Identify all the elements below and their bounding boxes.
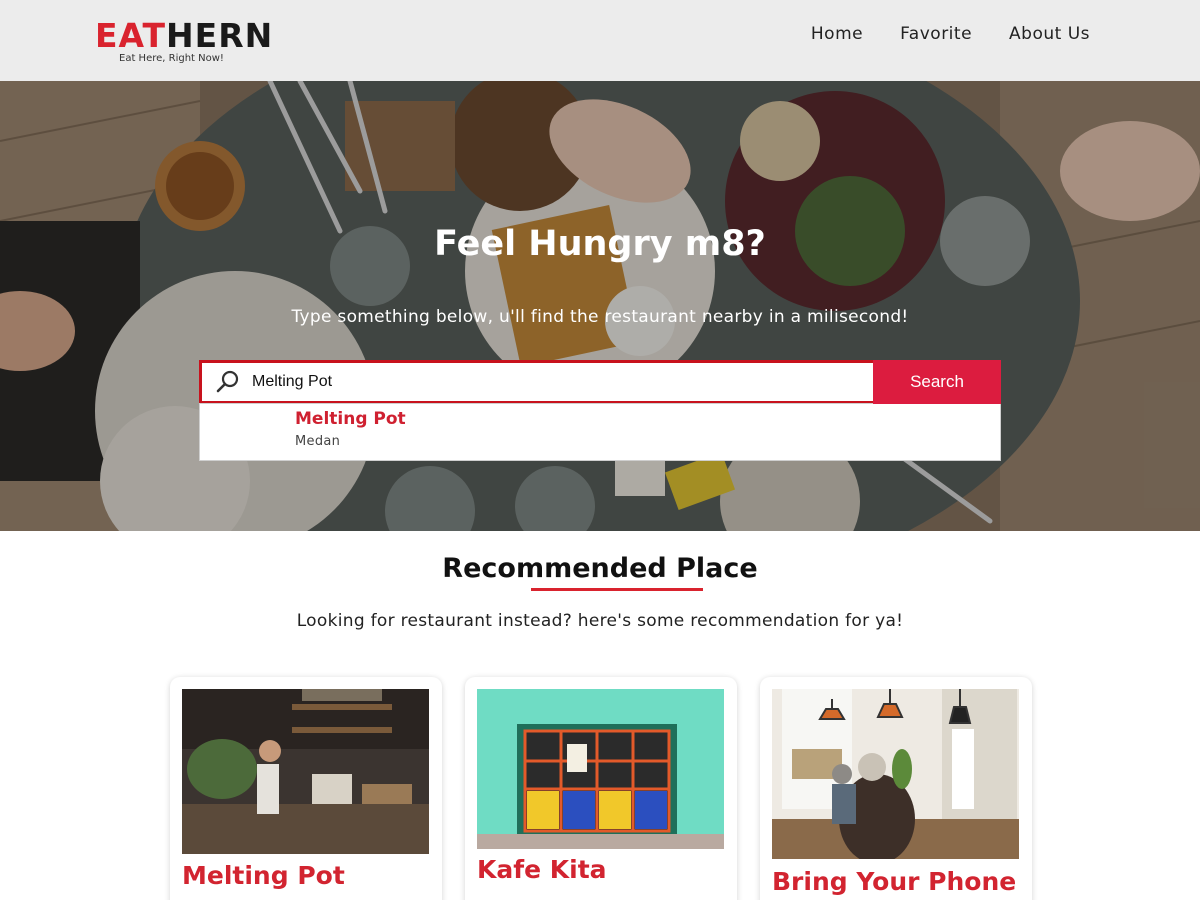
search-input[interactable] xyxy=(252,373,812,391)
restaurant-card[interactable]: Melting Pot xyxy=(170,677,442,900)
recommended-title: Recommended Place xyxy=(442,553,758,584)
search-suggestion-item[interactable]: Melting Pot Medan xyxy=(199,403,1001,461)
logo-red-part: EAT xyxy=(95,16,167,55)
suggestion-city: Medan xyxy=(295,434,341,449)
restaurant-thumbnail xyxy=(477,689,724,849)
top-navbar: EATHERN Eat Here, Right Now! Home Favori… xyxy=(0,0,1200,81)
restaurant-card[interactable]: Bring Your Phone xyxy=(760,677,1032,900)
recommended-subtitle: Looking for restaurant instead? here's s… xyxy=(296,611,904,631)
restaurant-thumbnail xyxy=(772,689,1019,859)
search-bar: Search xyxy=(199,360,1001,404)
logo-wordmark: EATHERN xyxy=(95,18,273,54)
main-nav: Home Favorite About Us xyxy=(811,24,1090,44)
search-icon xyxy=(216,370,239,393)
restaurant-card[interactable]: Kafe Kita xyxy=(465,677,737,900)
logo-dark-part: HERN xyxy=(166,16,274,55)
suggestion-name: Melting Pot xyxy=(295,409,406,429)
restaurant-name: Melting Pot xyxy=(182,861,345,890)
hero-overlay xyxy=(0,81,1200,531)
hero-subtitle: Type something below, u'll find the rest… xyxy=(291,307,909,327)
search-button[interactable]: Search xyxy=(873,360,1001,404)
hero-banner: Feel Hungry m8? Type something below, u'… xyxy=(0,81,1200,531)
nav-about-link[interactable]: About Us xyxy=(1009,24,1090,44)
restaurant-name: Kafe Kita xyxy=(477,855,607,884)
search-field[interactable] xyxy=(202,363,873,401)
hero-title: Feel Hungry m8? xyxy=(434,224,766,264)
nav-favorite-link[interactable]: Favorite xyxy=(900,24,972,44)
brand-logo[interactable]: EATHERN Eat Here, Right Now! xyxy=(95,18,273,65)
restaurant-thumbnail xyxy=(182,689,429,854)
restaurant-name: Bring Your Phone xyxy=(772,867,1017,896)
search-box: Search Melting Pot Medan xyxy=(199,360,1001,461)
title-underline xyxy=(531,588,703,591)
nav-home-link[interactable]: Home xyxy=(811,24,863,44)
